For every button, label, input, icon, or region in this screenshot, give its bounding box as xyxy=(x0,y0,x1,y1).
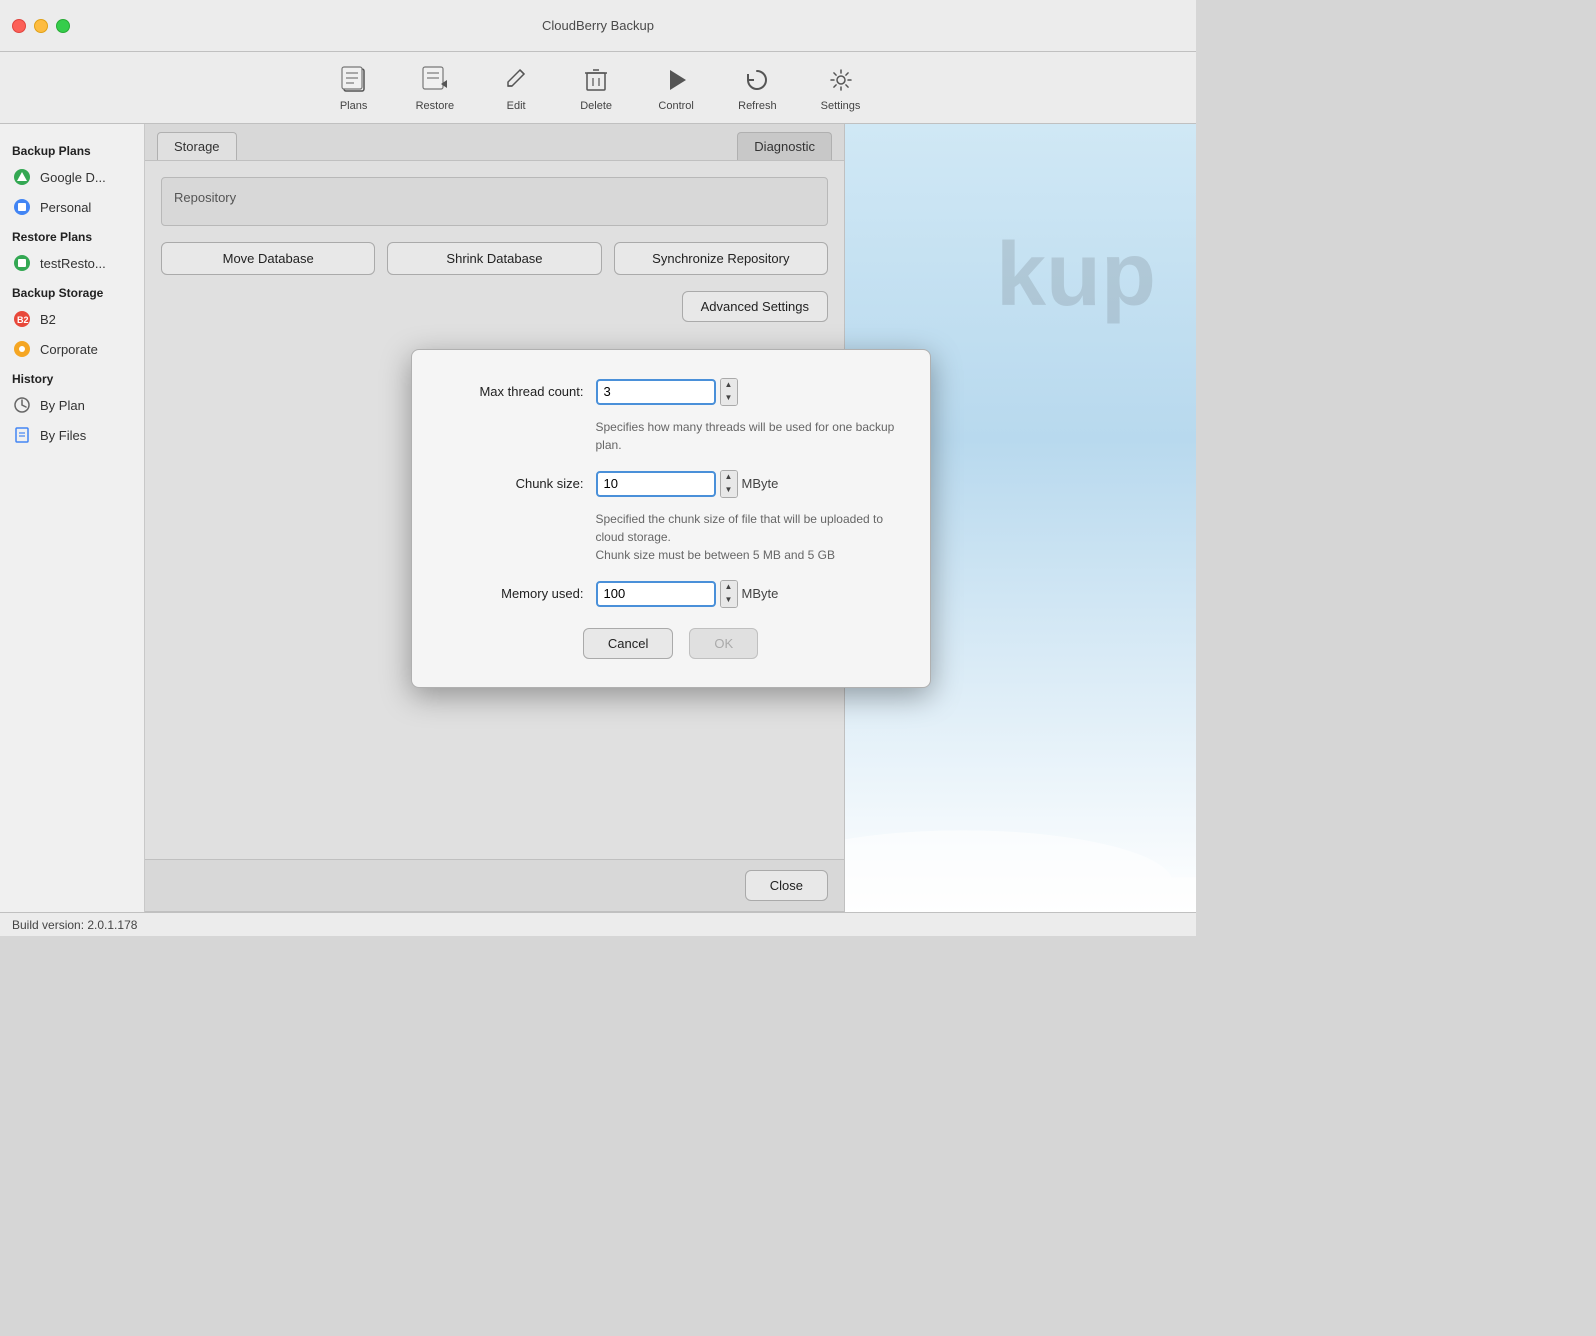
chunk-size-up[interactable]: ▲ xyxy=(721,471,737,484)
memory-used-down[interactable]: ▼ xyxy=(721,594,737,607)
control-icon xyxy=(660,64,692,96)
sidebar-item-test-restore[interactable]: testResto... xyxy=(0,248,144,278)
settings-icon xyxy=(825,64,857,96)
sidebar-section-history: History xyxy=(0,364,144,390)
chunk-size-hint: Specified the chunk size of file that wi… xyxy=(596,510,898,564)
toolbar-refresh[interactable]: Refresh xyxy=(728,58,787,118)
delete-label: Delete xyxy=(580,100,612,112)
sidebar: Backup Plans Google D... Personal Restor… xyxy=(0,124,145,912)
corporate-label: Corporate xyxy=(40,342,98,357)
chunk-size-label: Chunk size: xyxy=(444,476,584,491)
test-restore-icon xyxy=(12,253,32,273)
personal-label: Personal xyxy=(40,200,91,215)
by-plan-icon xyxy=(12,395,32,415)
modal-ok-button: OK xyxy=(689,628,758,659)
toolbar-delete[interactable]: Delete xyxy=(568,58,624,118)
build-version: Build version: 2.0.1.178 xyxy=(12,918,137,932)
memory-used-input[interactable] xyxy=(596,581,716,607)
max-thread-count-row: Max thread count: ▲ ▼ xyxy=(444,378,898,406)
by-plan-label: By Plan xyxy=(40,398,85,413)
google-drive-icon xyxy=(12,167,32,187)
toolbar-control[interactable]: Control xyxy=(648,58,704,118)
title-bar: CloudBerry Backup xyxy=(0,0,1196,52)
b2-icon: B2 xyxy=(12,309,32,329)
restore-icon xyxy=(419,64,451,96)
memory-used-label: Memory used: xyxy=(444,586,584,601)
chunk-size-input[interactable] xyxy=(596,471,716,497)
plans-icon xyxy=(338,64,370,96)
svg-text:B2: B2 xyxy=(17,315,29,325)
content-area: kup xyxy=(145,124,1196,912)
max-thread-count-input-wrap: ▲ ▼ xyxy=(596,378,738,406)
by-files-label: By Files xyxy=(40,428,86,443)
toolbar-settings[interactable]: Settings xyxy=(811,58,871,118)
max-thread-count-down[interactable]: ▼ xyxy=(721,392,737,405)
minimize-window-button[interactable] xyxy=(34,19,48,33)
sidebar-section-backup-plans: Backup Plans xyxy=(0,136,144,162)
google-drive-label: Google D... xyxy=(40,170,106,185)
max-thread-count-label: Max thread count: xyxy=(444,384,584,399)
close-window-button[interactable] xyxy=(12,19,26,33)
sidebar-section-backup-storage: Backup Storage xyxy=(0,278,144,304)
sidebar-item-b2[interactable]: B2 B2 xyxy=(0,304,144,334)
memory-used-unit: MByte xyxy=(742,586,779,601)
personal-icon xyxy=(12,197,32,217)
max-thread-count-input[interactable] xyxy=(596,379,716,405)
window-controls xyxy=(12,19,70,33)
plans-label: Plans xyxy=(340,100,368,112)
sidebar-item-personal[interactable]: Personal xyxy=(0,192,144,222)
max-thread-count-spinner: ▲ ▼ xyxy=(720,378,738,406)
chunk-size-spinner: ▲ ▼ xyxy=(720,470,738,498)
memory-used-input-wrap: ▲ ▼ MByte xyxy=(596,580,779,608)
advanced-settings-modal: Max thread count: ▲ ▼ Specifies how many… xyxy=(411,349,931,688)
sidebar-item-by-plan[interactable]: By Plan xyxy=(0,390,144,420)
toolbar-restore[interactable]: Restore xyxy=(406,58,465,118)
modal-actions: Cancel OK xyxy=(444,628,898,659)
control-label: Control xyxy=(658,100,693,112)
maximize-window-button[interactable] xyxy=(56,19,70,33)
toolbar: Plans Restore Edit xyxy=(0,52,1196,124)
refresh-label: Refresh xyxy=(738,100,777,112)
memory-used-up[interactable]: ▲ xyxy=(721,581,737,594)
max-thread-count-up[interactable]: ▲ xyxy=(721,379,737,392)
toolbar-edit[interactable]: Edit xyxy=(488,58,544,118)
chunk-size-unit: MByte xyxy=(742,476,779,491)
delete-icon xyxy=(580,64,612,96)
sidebar-item-google-drive[interactable]: Google D... xyxy=(0,162,144,192)
edit-label: Edit xyxy=(507,100,526,112)
chunk-size-row: Chunk size: ▲ ▼ MByte xyxy=(444,470,898,498)
main-layout: Backup Plans Google D... Personal Restor… xyxy=(0,124,1196,912)
restore-label: Restore xyxy=(416,100,455,112)
test-restore-label: testResto... xyxy=(40,256,106,271)
app-title: CloudBerry Backup xyxy=(542,18,654,33)
memory-used-row: Memory used: ▲ ▼ MByte xyxy=(444,580,898,608)
toolbar-plans[interactable]: Plans xyxy=(326,58,382,118)
by-files-icon xyxy=(12,425,32,445)
chunk-size-input-wrap: ▲ ▼ MByte xyxy=(596,470,779,498)
refresh-icon xyxy=(741,64,773,96)
modal-overlay: Max thread count: ▲ ▼ Specifies how many… xyxy=(145,124,1196,912)
sidebar-section-restore-plans: Restore Plans xyxy=(0,222,144,248)
status-bar: Build version: 2.0.1.178 xyxy=(0,912,1196,936)
memory-used-spinner: ▲ ▼ xyxy=(720,580,738,608)
sidebar-item-corporate[interactable]: Corporate xyxy=(0,334,144,364)
max-thread-count-hint: Specifies how many threads will be used … xyxy=(596,418,898,454)
edit-icon xyxy=(500,64,532,96)
b2-label: B2 xyxy=(40,312,56,327)
modal-cancel-button[interactable]: Cancel xyxy=(583,628,673,659)
corporate-icon xyxy=(12,339,32,359)
chunk-size-down[interactable]: ▼ xyxy=(721,484,737,497)
settings-label: Settings xyxy=(821,100,861,112)
sidebar-item-by-files[interactable]: By Files xyxy=(0,420,144,450)
